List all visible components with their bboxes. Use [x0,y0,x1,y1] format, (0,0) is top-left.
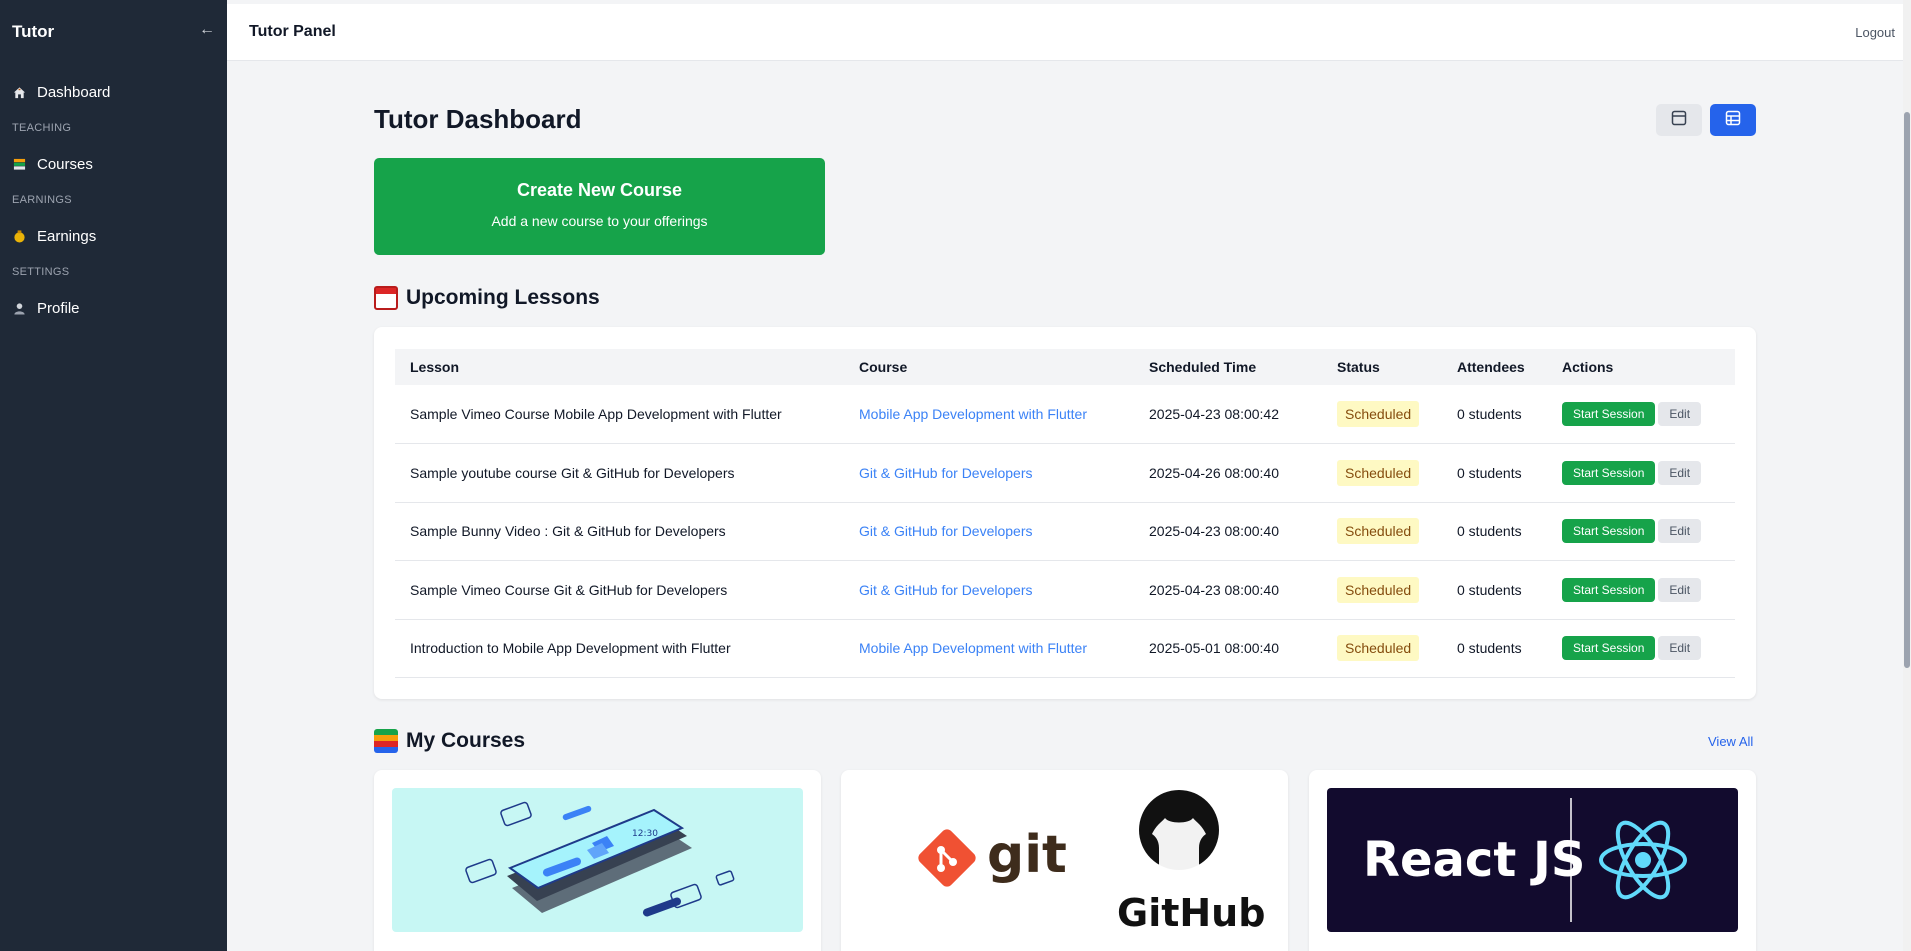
start-session-button[interactable]: Start Session [1562,577,1656,602]
attendees-cell: 0 students [1457,464,1522,481]
table-row: Sample Vimeo Course Mobile App Developme… [395,385,1735,444]
course-thumbnail-flutter: 12:30 [392,788,803,932]
start-session-button[interactable]: Start Session [1562,460,1656,485]
upcoming-lessons-card: Lesson Course Scheduled Time Status Atte… [374,327,1756,699]
course-card-flutter[interactable]: 12:30 [374,770,821,951]
page-scrollbar[interactable] [1903,0,1911,951]
sidebar-collapse-arrow-left-icon[interactable]: ← [199,21,215,39]
sidebar-item-dashboard[interactable]: Dashboard [12,80,110,104]
topbar-title: Tutor Panel [249,23,336,40]
edit-button[interactable]: Edit [1658,460,1702,485]
status-badge: Scheduled [1337,459,1420,486]
sidebar-brand: Tutor [12,22,55,41]
sidebar-item-earnings[interactable]: Earnings [12,224,96,248]
git-wordmark: git [987,825,1067,885]
column-header-course: Course [859,359,908,375]
view-all-link[interactable]: View All [1708,734,1753,749]
upcoming-lessons-heading: Upcoming Lessons [374,286,600,310]
table-row: Introduction to Mobile App Development w… [395,619,1735,678]
github-wordmark: GitHub [1117,891,1265,932]
page-title: Tutor Dashboard [374,104,582,134]
user-icon [12,301,27,316]
attendees-cell: 0 students [1457,406,1522,422]
course-thumbnail-react: React JS [1327,788,1738,932]
topbar: Tutor Panel Logout [227,4,1903,61]
status-badge: Scheduled [1337,401,1420,427]
sidebar-item-label: Profile [37,299,80,317]
lesson-cell: Sample Vimeo Course Mobile App Developme… [410,406,782,422]
edit-button[interactable]: Edit [1658,402,1702,426]
home-icon [12,85,27,100]
course-card-git-github[interactable]: git GitHub [841,770,1288,951]
course-card-react[interactable]: React JS [1309,770,1756,951]
create-new-course-card[interactable]: Create New Course Add a new course to yo… [374,158,825,255]
start-session-button[interactable]: Start Session [1562,519,1656,544]
section-label-teaching: TEACHING [12,122,72,134]
github-logo-icon [1139,790,1219,870]
column-header-actions: Actions [1562,359,1614,375]
status-badge: Scheduled [1337,518,1420,545]
logout-link[interactable]: Logout [1855,25,1895,40]
column-header-scheduled-time: Scheduled Time [1149,359,1257,375]
sidebar-item-label: Dashboard [37,83,111,101]
table-row: Sample Vimeo Course Git & GitHub for Dev… [395,561,1735,619]
start-session-button[interactable]: Start Session [1562,402,1656,426]
sidebar-item-courses[interactable]: Courses [12,152,93,176]
attendees-cell: 0 students [1457,523,1522,540]
start-session-button[interactable]: Start Session [1562,636,1656,661]
column-header-lesson: Lesson [410,359,460,375]
course-thumbnail-git-github: git GitHub [859,788,1270,932]
course-link[interactable]: Git & GitHub for Developers [859,582,1033,598]
upcoming-lessons-table: Lesson Course Scheduled Time Status Atte… [395,349,1735,678]
scheduled-time-cell: 2025-04-23 08:00:40 [1149,523,1279,540]
scheduled-time-cell: 2025-04-23 08:00:40 [1149,581,1279,598]
sidebar-item-label: Courses [37,155,93,173]
courses-icon [12,157,27,172]
list-view-button[interactable] [1656,104,1702,136]
section-label-settings: SETTINGS [12,266,70,278]
edit-button[interactable]: Edit [1658,519,1702,544]
list-view-icon [1671,110,1687,131]
edit-button[interactable]: Edit [1658,577,1702,602]
git-logo-icon [918,829,976,887]
create-card-title: Create New Course [516,180,683,200]
react-wordmark: React JS [1363,832,1585,888]
scheduled-time-cell: 2025-05-01 08:00:40 [1149,640,1279,657]
attendees-cell: 0 students [1457,640,1522,657]
column-header-status: Status [1337,359,1380,375]
money-bag-icon [12,229,27,244]
sidebar-item-profile[interactable]: Profile [12,296,80,320]
flutter-thumb-clock: 12:30 [632,829,658,839]
course-link[interactable]: Mobile App Development with Flutter [859,406,1087,422]
course-link[interactable]: Git & GitHub for Developers [859,523,1033,539]
sidebar: Tutor ← Dashboard TEACHING Courses EARNI… [0,0,227,951]
table-row: Sample Bunny Video : Git & GitHub for De… [395,502,1735,561]
lesson-cell: Sample Vimeo Course Git & GitHub for Dev… [410,581,728,598]
calendar-icon [374,286,398,310]
scrollbar-thumb[interactable] [1904,112,1910,668]
scheduled-time-cell: 2025-04-26 08:00:40 [1149,464,1279,481]
lesson-cell: Sample Bunny Video : Git & GitHub for De… [410,523,726,540]
my-courses-title: My Courses [406,729,526,752]
section-label-earnings: EARNINGS [12,194,72,206]
sidebar-item-label: Earnings [37,227,97,245]
attendees-cell: 0 students [1457,581,1522,598]
status-badge: Scheduled [1337,635,1420,662]
upcoming-lessons-title: Upcoming Lessons [406,286,600,309]
edit-button[interactable]: Edit [1658,636,1702,661]
grid-view-button[interactable] [1710,104,1756,136]
table-row: Sample youtube course Git & GitHub for D… [395,444,1735,502]
course-link[interactable]: Git & GitHub for Developers [859,465,1033,481]
table-header-row: Lesson Course Scheduled Time Status Atte… [395,349,1735,385]
scheduled-time-cell: 2025-04-23 08:00:42 [1149,406,1279,422]
my-courses-heading: My Courses [374,729,525,753]
lesson-cell: Introduction to Mobile App Development w… [410,640,731,657]
course-link[interactable]: Mobile App Development with Flutter [859,640,1087,656]
status-badge: Scheduled [1337,576,1420,603]
books-icon [374,729,398,753]
lesson-cell: Sample youtube course Git & GitHub for D… [410,464,735,481]
grid-view-icon [1725,110,1741,131]
column-header-attendees: Attendees [1457,359,1525,375]
create-card-subtitle: Add a new course to your offerings [491,213,708,229]
